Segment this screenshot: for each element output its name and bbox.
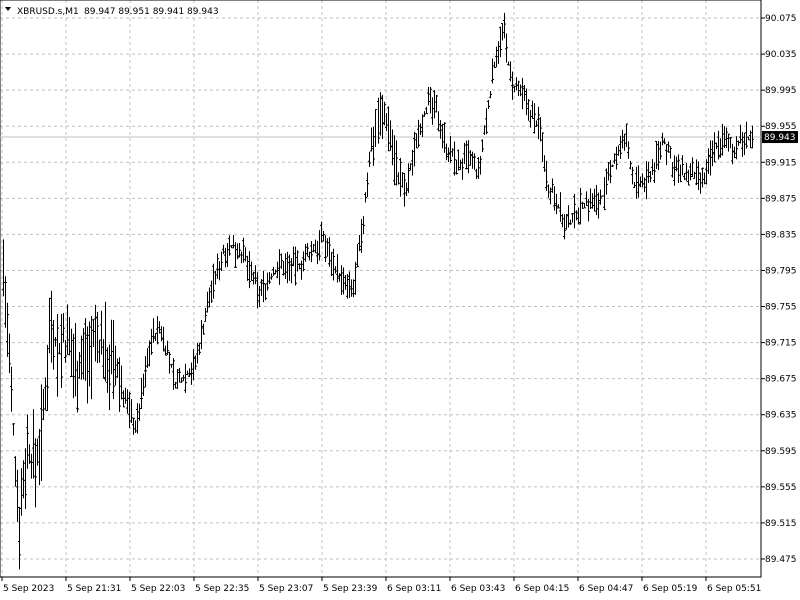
x-tick-label: 6 Sep 03:11: [387, 584, 441, 594]
x-tick-label: 6 Sep 04:47: [579, 584, 633, 594]
y-tick-label: 89.555: [765, 483, 797, 493]
x-tick-label: 5 Sep 22:35: [195, 584, 249, 594]
chart-header: XBRUSD.s,M1 89.947 89.951 89.941 89.943: [5, 7, 219, 17]
y-tick-label: 89.875: [765, 194, 797, 204]
x-tick-label: 5 Sep 22:03: [131, 584, 185, 594]
x-tick-label: 6 Sep 03:43: [451, 584, 505, 594]
y-tick-label: 89.795: [765, 266, 797, 276]
y-tick-label: 90.035: [765, 50, 797, 60]
x-tick-label: 5 Sep 21:31: [67, 584, 121, 594]
y-tick-label: 89.715: [765, 339, 797, 349]
x-tick-label: 5 Sep 2023: [3, 584, 54, 594]
x-tick-label: 6 Sep 05:51: [707, 584, 761, 594]
y-tick-label: 89.755: [765, 303, 797, 313]
y-tick-label: 89.915: [765, 158, 797, 168]
y-tick-label: 89.675: [765, 375, 797, 385]
ohlc-values: 89.947 89.951 89.941 89.943: [84, 7, 219, 17]
y-tick-label: 90.075: [765, 14, 797, 24]
y-tick-label: 89.995: [765, 86, 797, 96]
x-tick-label: 5 Sep 23:39: [323, 584, 378, 594]
y-tick-label: 89.955: [765, 122, 797, 132]
price-chart[interactable]: 90.075 90.035 89.995 89.955 89.915 89.875 89.8…: [0, 0, 800, 600]
x-tick-label: 6 Sep 04:15: [515, 584, 569, 594]
symbol-label: XBRUSD.s,M1: [17, 7, 79, 17]
x-tick-label: 5 Sep 23:07: [259, 584, 313, 594]
current-price-value: 89.943: [764, 133, 796, 143]
y-tick-label: 89.515: [765, 519, 797, 529]
y-tick-label: 89.595: [765, 447, 797, 457]
current-price-tag: 89.943: [762, 131, 798, 144]
x-tick-label: 6 Sep 05:19: [643, 584, 698, 594]
y-tick-label: 89.835: [765, 230, 797, 240]
y-tick-label: 89.635: [765, 411, 797, 421]
y-tick-label: 89.475: [765, 555, 797, 565]
